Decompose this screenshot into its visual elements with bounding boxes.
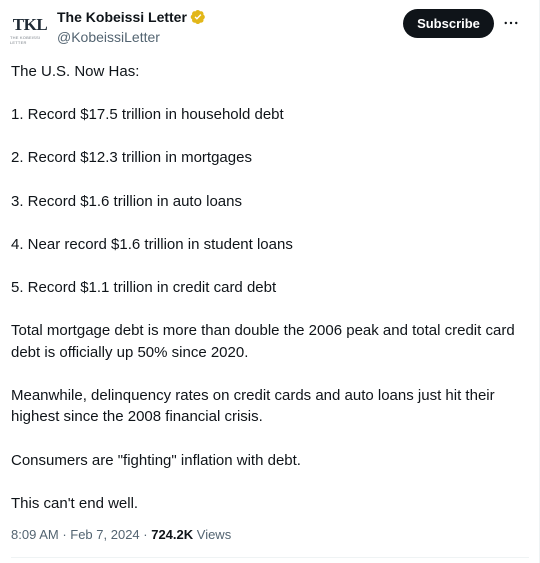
- views-count[interactable]: 724.2K: [151, 527, 193, 542]
- tweet-paragraph: Total mortgage debt is more than double …: [11, 322, 515, 361]
- tweet-paragraph: Consumers are "fighting" inflation with …: [11, 451, 301, 469]
- avatar-monogram: TKL: [12, 14, 48, 34]
- tweet-paragraph: 1. Record $17.5 trillion in household de…: [11, 106, 284, 124]
- tweet-paragraph: 3. Record $1.6 trillion in auto loans: [11, 192, 242, 210]
- tweet-paragraph: Meanwhile, delinquency rates on credit c…: [11, 386, 495, 426]
- tweet-date[interactable]: Feb 7, 2024: [70, 527, 139, 542]
- tweet-paragraph: 4. Near record $1.6 trillion in student …: [11, 235, 293, 253]
- more-dots-glyph: [504, 21, 518, 25]
- divider: [11, 557, 529, 558]
- tweet-meta: 8:09 AM · Feb 7, 2024 · 724.2K Views: [11, 527, 231, 542]
- tweet-paragraph: 2. Record $12.3 trillion in mortgages: [11, 149, 252, 167]
- subscribe-button[interactable]: Subscribe: [403, 9, 494, 38]
- views-label: Views: [193, 527, 232, 542]
- tweet-body: The U.S. Now Has: 1. Record $17.5 trilli…: [11, 61, 526, 514]
- tweet: TKL THE KOBEISSI LETTER The Kobeissi Let…: [0, 0, 540, 563]
- tweet-paragraph: 5. Record $1.1 trillion in credit card d…: [11, 278, 277, 296]
- meta-separator: ·: [58, 527, 71, 542]
- tweet-paragraph: The U.S. Now Has:: [11, 63, 140, 80]
- avatar-tagline: THE KOBEISSI LETTER: [10, 34, 41, 45]
- author-handle[interactable]: @KobeissiLetter: [57, 29, 160, 45]
- tweet-paragraph: This can't end well.: [11, 494, 139, 512]
- author-name-row: The Kobeissi Letter: [57, 9, 206, 25]
- avatar[interactable]: TKL THE KOBEISSI LETTER: [10, 10, 50, 50]
- meta-separator: ·: [139, 527, 152, 542]
- tweet-time[interactable]: 8:09 AM: [11, 527, 59, 542]
- verified-badge-icon[interactable]: [190, 9, 206, 25]
- author-name[interactable]: The Kobeissi Letter: [57, 9, 187, 25]
- more-horizontal-icon[interactable]: [500, 13, 522, 33]
